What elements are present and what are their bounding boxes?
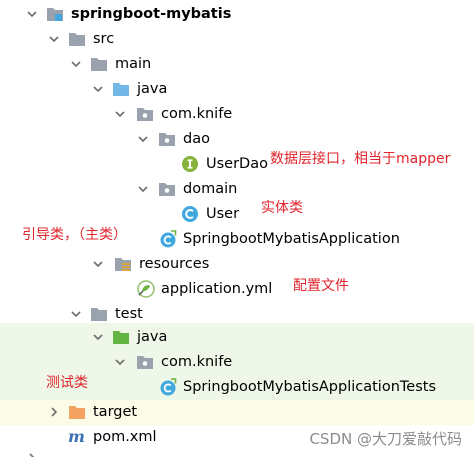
project-name[interactable]: springboot-mybatis — [71, 5, 231, 24]
folder-label-resources[interactable]: resources — [139, 255, 209, 274]
chevron-right-icon[interactable] — [48, 406, 60, 418]
chevron-down-icon[interactable] — [114, 108, 126, 120]
folder-label-java[interactable]: java — [137, 80, 167, 99]
annotation-dao: 数据层接口，相当于mapper — [270, 151, 451, 167]
chevron-down-icon[interactable] — [92, 83, 104, 95]
chevron-down-icon[interactable] — [137, 133, 149, 145]
file-label-pom[interactable]: pom.xml — [93, 428, 157, 447]
folder-icon — [90, 305, 108, 323]
folder-label-target[interactable]: target — [93, 403, 137, 422]
test-folder-icon — [112, 328, 130, 346]
tree-row-user[interactable]: User — [0, 202, 474, 227]
tree-row-app-yml[interactable]: application.yml — [0, 277, 474, 302]
chevron-down-icon[interactable] — [48, 33, 60, 45]
file-label-userdao[interactable]: UserDao — [206, 155, 268, 174]
package-label[interactable]: com.knife — [161, 105, 232, 124]
chevron-down-icon[interactable] — [70, 58, 82, 70]
folder-label-main[interactable]: main — [115, 55, 151, 74]
annotation-entity: 实体类 — [261, 200, 303, 216]
class-icon — [181, 205, 199, 223]
tree-row-domain[interactable]: domain — [0, 177, 474, 202]
source-folder-icon — [112, 80, 130, 98]
package-label-domain[interactable]: domain — [183, 180, 237, 199]
spring-boot-test-class-icon — [159, 378, 177, 396]
tree-row-dao[interactable]: dao — [0, 127, 474, 152]
tree-row-project[interactable]: springboot-mybatis — [0, 2, 474, 27]
folder-label-java-test[interactable]: java — [137, 328, 167, 347]
chevron-right-icon — [26, 452, 38, 457]
annotation-config: 配置文件 — [293, 278, 349, 294]
tree-row-partial — [0, 451, 474, 457]
chevron-down-icon[interactable] — [26, 8, 38, 20]
package-icon — [136, 105, 154, 123]
package-label-test[interactable]: com.knife — [161, 353, 232, 372]
tree-row-resources[interactable]: resources — [0, 252, 474, 277]
package-icon — [158, 180, 176, 198]
spring-boot-class-icon — [159, 230, 177, 248]
package-label-dao[interactable]: dao — [183, 130, 210, 149]
folder-icon — [68, 30, 86, 48]
chevron-down-icon[interactable] — [137, 183, 149, 195]
chevron-down-icon[interactable] — [92, 258, 104, 270]
project-folder-icon — [46, 5, 64, 23]
tree-row-main[interactable]: main — [0, 52, 474, 77]
file-label-user[interactable]: User — [206, 205, 239, 224]
watermark: CSDN @大刀爱敲代码 — [309, 430, 462, 448]
annotation-boot-class: 引导类，（主类） — [22, 227, 127, 243]
folder-label-src[interactable]: src — [93, 30, 114, 49]
tree-row-target[interactable]: target — [0, 400, 474, 425]
annotation-test: 测试类 — [46, 375, 88, 391]
resources-folder-icon — [114, 255, 132, 273]
folder-label-test[interactable]: test — [115, 305, 143, 324]
package-icon — [136, 353, 154, 371]
tree-row-java-main[interactable]: java — [0, 77, 474, 102]
file-label-app-class[interactable]: SpringbootMybatisApplication — [183, 230, 400, 249]
excluded-folder-icon — [68, 403, 86, 421]
folder-icon — [90, 55, 108, 73]
maven-icon: m — [68, 427, 85, 446]
tree-row-package-main[interactable]: com.knife — [0, 102, 474, 127]
chevron-down-icon[interactable] — [70, 308, 82, 320]
tree-row-java-test[interactable]: java — [0, 323, 474, 350]
spring-config-icon — [137, 280, 155, 298]
tree-row-package-test[interactable]: com.knife — [0, 350, 474, 375]
package-icon — [158, 130, 176, 148]
file-label-app-yml[interactable]: application.yml — [161, 280, 272, 299]
chevron-down-icon[interactable] — [92, 331, 104, 343]
file-label-test-class[interactable]: SpringbootMybatisApplicationTests — [183, 378, 436, 397]
interface-icon — [181, 155, 199, 173]
chevron-down-icon[interactable] — [114, 356, 126, 368]
tree-row-src[interactable]: src — [0, 27, 474, 52]
